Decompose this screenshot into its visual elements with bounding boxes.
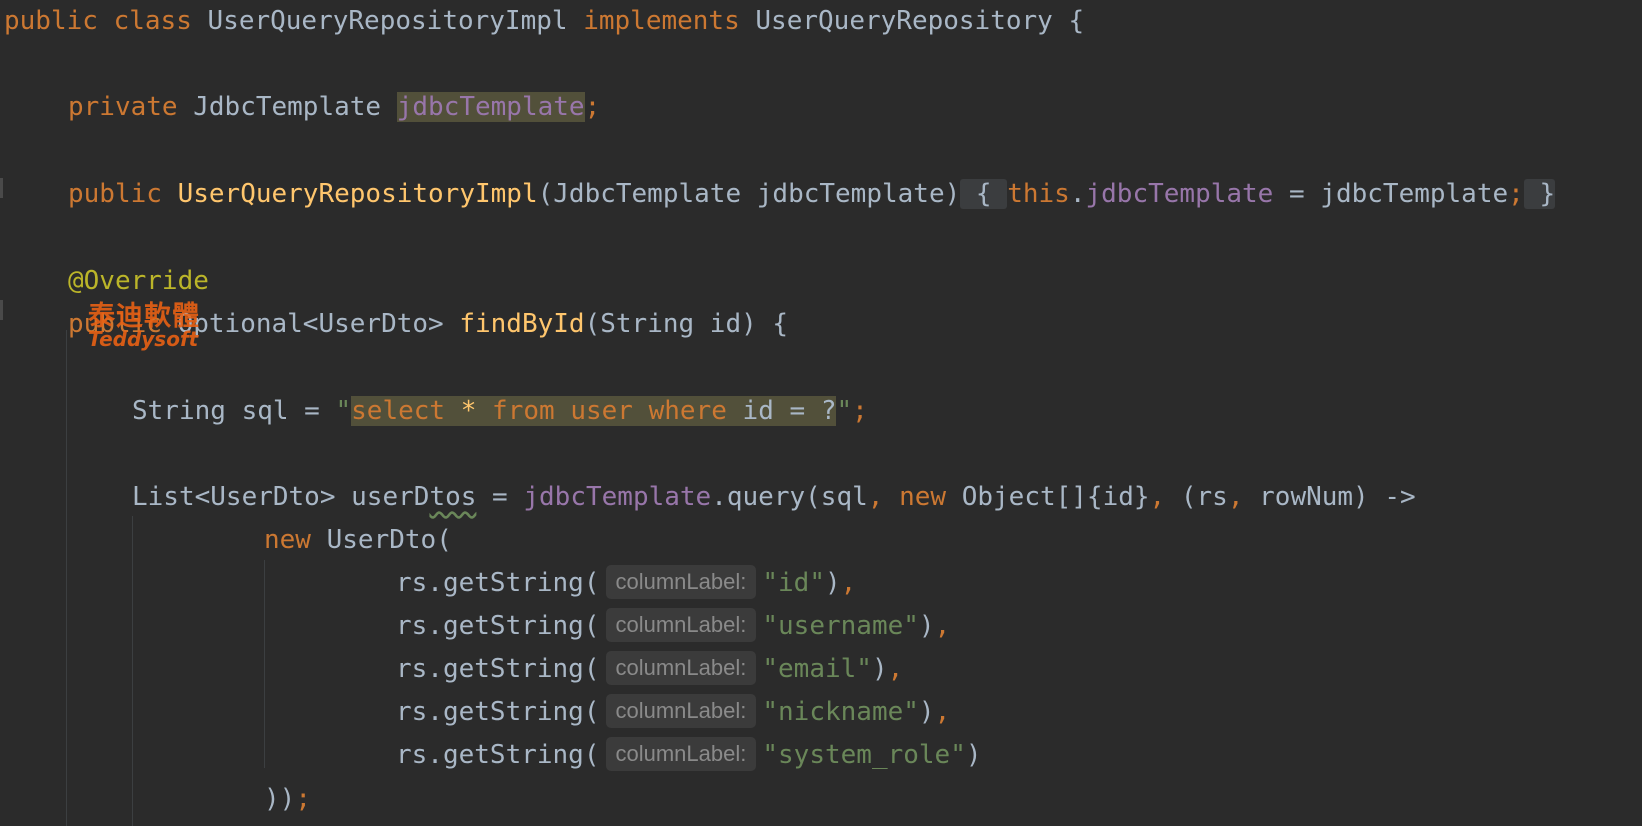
method-call: rs.getString( [396,740,600,770]
comma: , [1227,482,1244,512]
keyword: public [68,179,162,209]
code-line-sql-string[interactable]: String sql = "select * from user where i… [132,390,868,433]
typo-warning-underline[interactable]: tos [429,482,476,512]
code-line-getstring[interactable]: rs.getString(columnLabel: "system_role") [396,734,982,777]
parameter-hint: columnLabel: [605,564,757,599]
type-name: JdbcTemplate [193,92,382,122]
parens: )) [264,784,296,814]
lambda-param: (rs [1180,482,1228,512]
comma: , [934,611,951,641]
type-name: List<UserDto> [132,482,352,512]
constructor-call: UserDto( [326,525,452,555]
string-literal: "id" [762,568,825,598]
brace: { [975,179,992,209]
string-literal: "email" [762,654,872,684]
method-call: rs.getString( [396,611,600,641]
code-line-class-declaration[interactable]: public class UserQueryRepositoryImpl imp… [4,0,1084,43]
variable-name-part: userD [351,482,430,512]
field-name-highlighted: jdbcTemplate [396,92,585,122]
parameters: (String id) { [584,309,789,339]
method-call: rs.getString( [396,568,600,598]
code-line-getstring[interactable]: rs.getString(columnLabel: "id"), [396,562,856,605]
folded-brace-open[interactable]: { [960,179,1008,209]
semicolon: ; [852,396,868,426]
interface-name: UserQueryRepository [755,6,1053,36]
keyword: public [68,309,162,339]
brace: } [1539,179,1556,209]
paren: ) [825,568,841,598]
semicolon: ; [1508,179,1524,209]
sql-star: * [460,396,477,426]
keyword: public [4,6,98,36]
quote: " [335,396,352,426]
semicolon: ; [584,92,601,122]
code-line-close[interactable]: )); [264,778,311,821]
keyword: implements [583,6,740,36]
comma: , [1149,482,1166,512]
sql-keyword: select [351,396,446,426]
keyword: new [264,525,311,555]
comma: , [867,482,884,512]
array-literal: Object[]{id} [961,482,1150,512]
comma: , [934,697,951,727]
paren: ) [918,611,935,641]
assignment: = jdbcTemplate [1273,179,1509,209]
keyword: class [113,6,192,36]
parameter-hint: columnLabel: [605,650,757,685]
code-line-new-dto[interactable]: new UserDto( [264,519,452,562]
keyword: new [899,482,947,512]
indent-guide [132,516,133,826]
code-line-constructor[interactable]: public UserQueryRepositoryImpl(JdbcTempl… [68,173,1556,216]
code-line-method-signature[interactable]: public Optional<UserDto> findById(String… [68,303,788,346]
sql-injected-fragment: select * from user where id = ? [351,396,837,426]
string-literal: "username" [762,611,919,641]
parameter-hint: columnLabel: [605,607,757,642]
semicolon: ; [295,784,311,814]
lambda-param: rowNum) -> [1259,482,1416,512]
method-call: rs.getString( [396,654,600,684]
annotation: @Override [68,266,209,296]
method-call: .query(sql [711,482,868,512]
constructor-name: UserQueryRepositoryImpl [177,179,538,209]
indent-guide [66,330,67,826]
paren: ) [871,654,888,684]
method-call: rs.getString( [396,697,600,727]
code-line-getstring[interactable]: rs.getString(columnLabel: "email"), [396,648,903,691]
code-line-query-call[interactable]: List<UserDto> userDtos = jdbcTemplate.qu… [132,476,1416,519]
indent-guide [264,560,265,768]
class-name: UserQueryRepositoryImpl [207,6,568,36]
method-name: findById [459,309,585,339]
paren: ) [965,740,982,770]
code-editor[interactable]: public class UserQueryRepositoryImpl imp… [0,0,1642,826]
paren: ) [918,697,935,727]
keyword-this: this [1007,179,1070,209]
parameter-hint: columnLabel: [605,736,757,771]
declaration: String sql = [132,396,336,426]
code-line-field-declaration[interactable]: private JdbcTemplate jdbcTemplate; [68,86,600,129]
code-line-annotation[interactable]: @Override [68,260,209,303]
code-line-getstring[interactable]: rs.getString(columnLabel: "nickname"), [396,691,950,734]
fold-marker[interactable] [0,178,3,198]
folded-brace-close[interactable]: } [1523,179,1556,209]
fold-marker[interactable] [0,300,3,320]
sql-keyword: where [648,396,727,426]
field-ref: jdbcTemplate [1085,179,1274,209]
assignment: = [476,482,524,512]
sql-condition: id = ? [742,396,837,426]
parameter-hint: columnLabel: [605,693,757,728]
comma: , [887,654,904,684]
code-line-getstring[interactable]: rs.getString(columnLabel: "username"), [396,605,950,648]
brace: { [1068,6,1085,36]
return-type: Optional<UserDto> [177,309,444,339]
sql-keyword: from [492,396,555,426]
string-literal: "system_role" [762,740,966,770]
field-ref: jdbcTemplate [523,482,712,512]
sql-keyword: user [570,396,633,426]
string-literal: "nickname" [762,697,919,727]
keyword: private [68,92,178,122]
parameters: (JdbcTemplate jdbcTemplate) [537,179,961,209]
dot: . [1069,179,1086,209]
quote: " [836,396,853,426]
comma: , [840,568,857,598]
